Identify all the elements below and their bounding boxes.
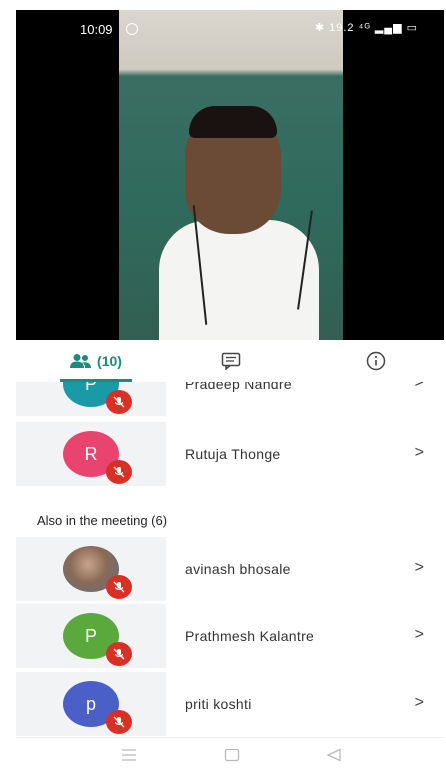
- meeting-tabs: (10): [16, 340, 444, 383]
- tab-people[interactable]: (10): [46, 340, 146, 382]
- status-icons: ✱ 19.2 ⁴ᴳ ▂▄▆ ▭: [314, 22, 418, 34]
- participant-list[interactable]: P Pradeep Nandre > R Rutuja Thonge > Als…: [16, 382, 444, 737]
- status-bar: 10:09 ✱ 19.2 ⁴ᴳ ▂▄▆ ▭: [16, 10, 444, 48]
- info-icon: [366, 351, 386, 371]
- chat-icon: [221, 352, 241, 370]
- list-item[interactable]: p priti koshti >: [16, 672, 444, 736]
- speaker-video: [119, 10, 343, 340]
- chevron-right-icon[interactable]: >: [415, 444, 424, 462]
- speaker-hair: [189, 106, 277, 138]
- status-time: 10:09: [80, 22, 113, 37]
- speaker-shirt: [159, 220, 319, 340]
- list-item[interactable]: P Prathmesh Kalantre >: [16, 604, 444, 668]
- chevron-right-icon[interactable]: >: [415, 694, 424, 712]
- people-icon: [70, 354, 92, 368]
- tab-info[interactable]: [351, 340, 401, 382]
- chevron-right-icon[interactable]: >: [415, 626, 424, 644]
- participant-name: avinash bhosale: [185, 561, 291, 577]
- section-heading: Also in the meeting (6): [37, 513, 168, 528]
- people-count: (10): [97, 353, 122, 369]
- mic-off-icon: [106, 710, 132, 734]
- list-item[interactable]: P Pradeep Nandre >: [16, 382, 444, 416]
- participant-name: priti koshti: [185, 696, 252, 712]
- whatsapp-icon: [126, 23, 138, 35]
- system-nav-bar: [16, 737, 444, 776]
- mic-off-icon: [106, 642, 132, 666]
- participant-name: Prathmesh Kalantre: [185, 628, 315, 644]
- mic-off-icon: [106, 575, 132, 599]
- menu-icon[interactable]: [121, 748, 137, 762]
- mic-off-icon: [106, 390, 132, 414]
- list-item[interactable]: R Rutuja Thonge >: [16, 422, 444, 486]
- app-frame: 10:09 ✱ 19.2 ⁴ᴳ ▂▄▆ ▭ (10) P Pradeep Nan…: [0, 0, 446, 783]
- list-item[interactable]: avinash bhosale >: [16, 537, 444, 601]
- chevron-right-icon[interactable]: >: [415, 382, 424, 392]
- home-icon[interactable]: [224, 748, 240, 762]
- participant-name: Pradeep Nandre: [185, 382, 292, 392]
- video-area[interactable]: [16, 10, 444, 340]
- chevron-right-icon[interactable]: >: [415, 559, 424, 577]
- back-icon[interactable]: [326, 748, 342, 762]
- mic-off-icon: [106, 460, 132, 484]
- tab-chat[interactable]: [206, 340, 256, 382]
- participant-name: Rutuja Thonge: [185, 446, 281, 462]
